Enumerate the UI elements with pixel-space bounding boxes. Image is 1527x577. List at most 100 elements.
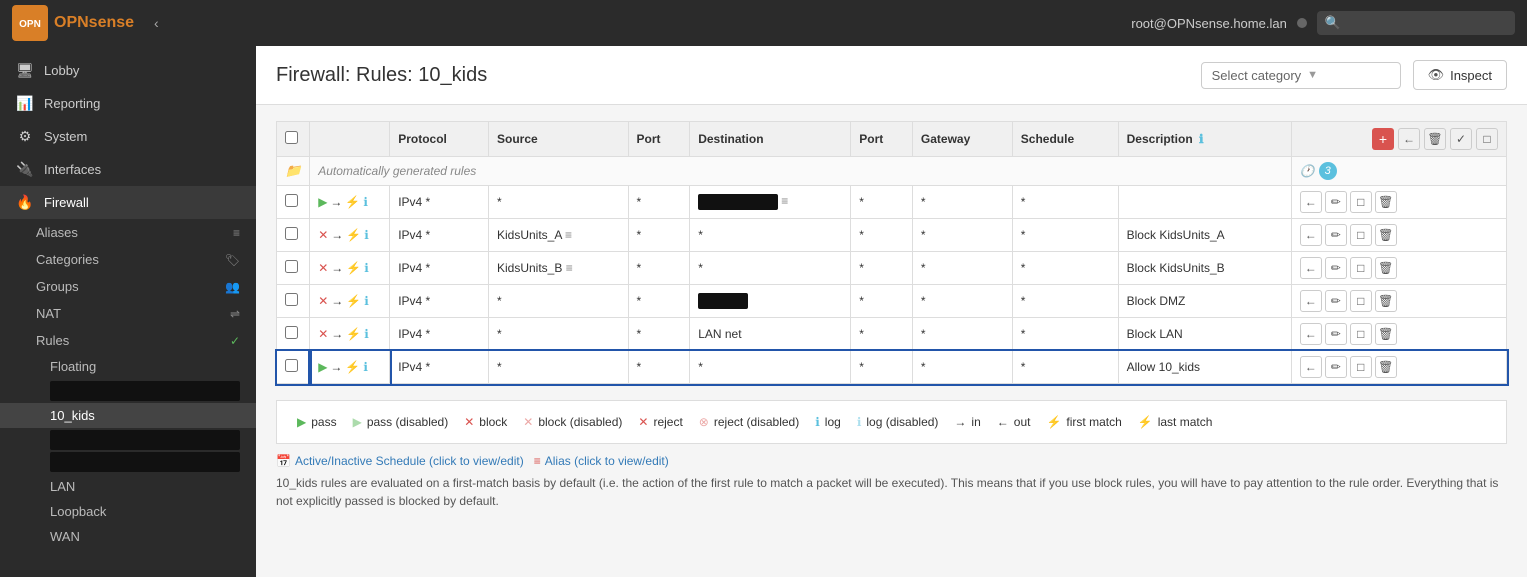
row-dest-port: * bbox=[851, 351, 913, 384]
sidebar-item-floating[interactable]: Floating bbox=[0, 354, 256, 379]
row-checkbox[interactable] bbox=[285, 293, 298, 306]
sidebar-item-aliases[interactable]: Aliases ≡ bbox=[0, 219, 256, 246]
legend-block: ✕ block bbox=[464, 415, 507, 429]
category-select[interactable]: Select category ▼ bbox=[1201, 62, 1401, 89]
rules-table: Protocol Source Port Destination Port Ga… bbox=[276, 121, 1507, 384]
row-checkbox[interactable] bbox=[285, 194, 298, 207]
th-dest-port: Port bbox=[851, 122, 913, 157]
legend-out: ← out bbox=[997, 415, 1031, 429]
sidebar-item-rule3-black[interactable] bbox=[50, 452, 240, 472]
clone-button[interactable]: □ bbox=[1350, 191, 1372, 213]
sidebar-item-system[interactable]: ⚙ System bbox=[0, 120, 256, 153]
ag-actions: 🕐 3 bbox=[1291, 157, 1506, 186]
delete-button[interactable]: 🗑 bbox=[1375, 356, 1397, 378]
add-rule-button[interactable]: + bbox=[1372, 128, 1394, 150]
delete-button[interactable]: 🗑 bbox=[1375, 224, 1397, 246]
table-container: Protocol Source Port Destination Port Ga… bbox=[256, 105, 1527, 400]
row-checkbox[interactable] bbox=[285, 227, 298, 240]
row-checkbox[interactable] bbox=[285, 326, 298, 339]
schedule-link[interactable]: 📅 Active/Inactive Schedule (click to vie… bbox=[276, 454, 524, 468]
alias-link[interactable]: ≡ Alias (click to view/edit) bbox=[534, 454, 669, 468]
move-button[interactable]: ← bbox=[1300, 356, 1322, 378]
sidebar-item-nat[interactable]: NAT ⇌ bbox=[0, 300, 256, 327]
edit-button[interactable]: ✏ bbox=[1325, 224, 1347, 246]
clone-button[interactable]: □ bbox=[1350, 356, 1372, 378]
sidebar-item-rule2-black[interactable] bbox=[50, 430, 240, 450]
rules-label: Rules bbox=[36, 333, 69, 348]
clone-button[interactable]: □ bbox=[1350, 257, 1372, 279]
row-check bbox=[277, 252, 310, 285]
row-destination: * bbox=[690, 219, 851, 252]
info-icon: ℹ bbox=[364, 261, 369, 275]
edit-button[interactable]: ✏ bbox=[1325, 257, 1347, 279]
lightning-icon: ⚡ bbox=[345, 360, 360, 374]
move-rule-button[interactable]: ← bbox=[1398, 128, 1420, 150]
table-row: ✕ → ⚡ ℹ IPv4 * KidsUnits_B ≡ * * * * * bbox=[277, 252, 1507, 285]
delete-button[interactable]: 🗑 bbox=[1375, 257, 1397, 279]
sidebar-toggle[interactable]: ‹ bbox=[146, 11, 167, 35]
sidebar-item-interfaces[interactable]: 🔌 Interfaces bbox=[0, 153, 256, 186]
th-description: Description ℹ bbox=[1118, 122, 1291, 157]
move-button[interactable]: ← bbox=[1300, 323, 1322, 345]
sidebar-item-reporting[interactable]: 📊 Reporting bbox=[0, 87, 256, 120]
page-title: Firewall: Rules: 10_kids bbox=[276, 64, 1189, 87]
row-checkbox[interactable] bbox=[285, 260, 298, 273]
sidebar-item-groups[interactable]: Groups 👥 bbox=[0, 273, 256, 300]
th-action bbox=[310, 122, 390, 157]
row-description bbox=[1118, 186, 1291, 219]
direction-icon: → bbox=[330, 360, 342, 374]
move-button[interactable]: ← bbox=[1300, 290, 1322, 312]
delete-button[interactable]: 🗑 bbox=[1375, 323, 1397, 345]
search-input[interactable] bbox=[1347, 16, 1507, 31]
toggle-rule-button[interactable]: ✓ bbox=[1450, 128, 1472, 150]
sidebar-item-lobby[interactable]: 🖥 Lobby bbox=[0, 54, 256, 87]
move-button[interactable]: ← bbox=[1300, 224, 1322, 246]
row-check bbox=[277, 186, 310, 219]
sidebar-item-firewall[interactable]: 🔥 Firewall bbox=[0, 186, 256, 219]
edit-button[interactable]: ✏ bbox=[1325, 323, 1347, 345]
row-source: * bbox=[489, 186, 629, 219]
notes-text: 10_kids rules are evaluated on a first-m… bbox=[276, 474, 1507, 510]
sidebar-item-10kids[interactable]: 10_kids bbox=[0, 403, 256, 428]
inspect-button[interactable]: 👁 Inspect bbox=[1413, 60, 1507, 90]
row-source: KidsUnits_A ≡ bbox=[489, 219, 629, 252]
notes-links: 📅 Active/Inactive Schedule (click to vie… bbox=[276, 454, 1507, 474]
sidebar-item-rule1-black[interactable] bbox=[50, 381, 240, 401]
row-protocol: IPv4 * bbox=[390, 186, 489, 219]
info-icon: ℹ bbox=[364, 327, 369, 341]
log-disabled-legend-icon: ℹ bbox=[857, 415, 862, 429]
legend-first-match: ⚡ first match bbox=[1046, 415, 1121, 429]
delete-rule-button[interactable]: 🗑 bbox=[1424, 128, 1446, 150]
select-all-checkbox[interactable] bbox=[285, 131, 298, 144]
row-check bbox=[277, 351, 310, 384]
clone-button[interactable]: □ bbox=[1350, 224, 1372, 246]
block-icon: ✕ bbox=[318, 261, 328, 275]
row-actions: ← ✏ □ 🗑 bbox=[1291, 318, 1506, 351]
nat-icon: ⇌ bbox=[230, 307, 240, 321]
edit-button[interactable]: ✏ bbox=[1325, 191, 1347, 213]
sidebar-item-rules[interactable]: Rules ✓ bbox=[0, 327, 256, 354]
delete-button[interactable]: 🗑 bbox=[1375, 290, 1397, 312]
layout: 🖥 Lobby 📊 Reporting ⚙ System 🔌 Interface… bbox=[0, 46, 1527, 577]
copy-rule-button[interactable]: □ bbox=[1476, 128, 1498, 150]
nat-label: NAT bbox=[36, 306, 61, 321]
eye-icon: 👁 bbox=[1428, 67, 1445, 83]
row-description: Block DMZ bbox=[1118, 285, 1291, 318]
edit-button[interactable]: ✏ bbox=[1325, 290, 1347, 312]
th-destination: Destination bbox=[690, 122, 851, 157]
clone-button[interactable]: □ bbox=[1350, 323, 1372, 345]
delete-button[interactable]: 🗑 bbox=[1375, 191, 1397, 213]
sidebar-item-lan[interactable]: LAN bbox=[0, 474, 256, 499]
clone-button[interactable]: □ bbox=[1350, 290, 1372, 312]
sidebar-item-loopback[interactable]: Loopback bbox=[0, 499, 256, 524]
direction-icon: → bbox=[330, 195, 342, 209]
sidebar-item-wan[interactable]: WAN bbox=[0, 524, 256, 549]
firewall-icon: 🔥 bbox=[16, 194, 34, 211]
legend-reject: ✕ reject bbox=[638, 415, 682, 429]
th-select-all[interactable] bbox=[277, 122, 310, 157]
sidebar-item-categories[interactable]: Categories 🏷 bbox=[0, 246, 256, 273]
move-button[interactable]: ← bbox=[1300, 191, 1322, 213]
row-checkbox[interactable] bbox=[285, 359, 298, 372]
edit-button[interactable]: ✏ bbox=[1325, 356, 1347, 378]
move-button[interactable]: ← bbox=[1300, 257, 1322, 279]
